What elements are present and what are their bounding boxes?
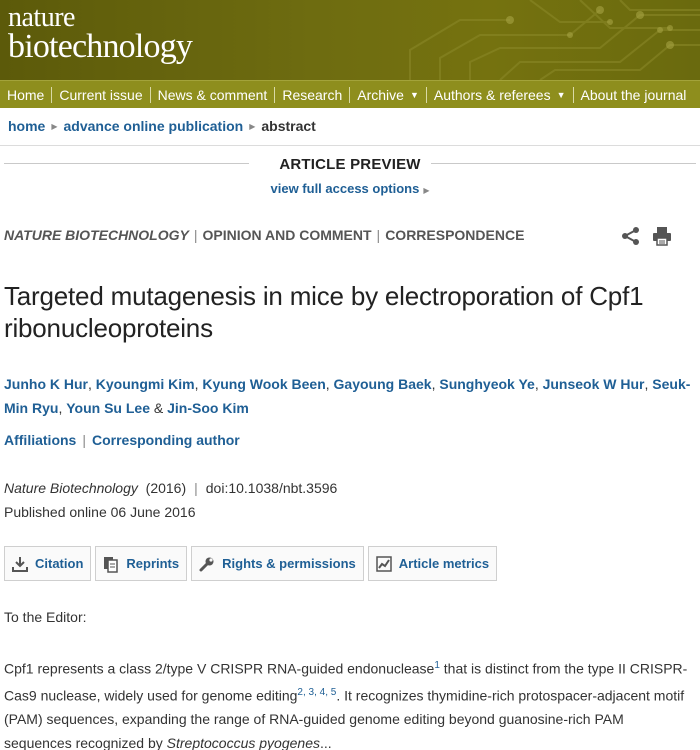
chevron-down-icon: ▼: [409, 89, 419, 100]
reference-link[interactable]: 2, 3, 4, 5: [297, 687, 336, 698]
kicker-type: CORRESPONDENCE: [385, 227, 525, 243]
main-nav: Home Current issue News & comment Resear…: [0, 80, 700, 108]
view-access-options-link[interactable]: view full access options: [271, 181, 420, 196]
breadcrumb-arrow-icon: ▶: [249, 121, 256, 131]
breadcrumb-aop-link[interactable]: advance online publication: [64, 118, 244, 134]
salutation: To the Editor:: [4, 609, 87, 625]
citation-year: (2016): [145, 480, 187, 496]
access-options: view full access options ▶: [0, 181, 700, 196]
author-link[interactable]: Gayoung Baek: [334, 376, 432, 392]
nav-label: Research: [282, 86, 343, 103]
nav-label: Authors & referees: [433, 86, 551, 103]
separator: |: [82, 432, 86, 448]
separator: |: [194, 480, 198, 496]
body-text-segment: ...: [320, 735, 332, 750]
nav-item-home[interactable]: Home: [0, 87, 51, 103]
nav-label: Archive: [357, 86, 404, 103]
author-link[interactable]: Kyung Wook Been: [202, 376, 325, 392]
logo-line-biotechnology: biotechnology: [8, 28, 193, 65]
masthead: nature biotechnology Home Current issue …: [0, 0, 700, 108]
breadcrumb: home ▶ advance online publication ▶ abst…: [8, 118, 316, 134]
circuit-board-decoration: [409, 0, 700, 80]
corresponding-author-link[interactable]: Corresponding author: [92, 432, 240, 448]
journal-logo[interactable]: nature biotechnology: [8, 4, 193, 65]
citation-button[interactable]: Citation: [4, 546, 92, 581]
author-separator: &: [149, 400, 168, 416]
affiliation-links: Affiliations | Corresponding author: [4, 432, 240, 448]
article-title: Targeted mutagenesis in mice by electrop…: [4, 281, 644, 343]
article-preview-heading: ARTICLE PREVIEW: [269, 156, 431, 173]
button-label: Article metrics: [398, 556, 490, 571]
author-link[interactable]: Kyoungmi Kim: [96, 376, 195, 392]
affiliations-link[interactable]: Affiliations: [4, 432, 76, 448]
author-separator: ,: [325, 376, 334, 392]
citation-journal: Nature Biotechnology: [4, 480, 138, 496]
author-link[interactable]: Youn Su Lee: [66, 400, 150, 416]
nav-label: Current issue: [59, 86, 143, 103]
article-kicker: NATURE BIOTECHNOLOGY | OPINION AND COMMENT…: [4, 227, 524, 243]
author-separator: ,: [88, 376, 96, 392]
separator: |: [376, 227, 381, 243]
author-link[interactable]: Junho K Hur: [4, 376, 88, 392]
kicker-category: OPINION AND COMMENT: [202, 227, 372, 243]
chevron-down-icon: ▼: [556, 89, 566, 100]
body-text-segment: Cpf1 represents a class 2/type V CRISPR …: [4, 660, 435, 677]
published-date: Published online 06 June 2016: [4, 504, 196, 520]
breadcrumb-arrow-icon: ▶: [51, 121, 58, 131]
nav-label: Home: [7, 86, 45, 103]
button-label: Citation: [35, 556, 84, 571]
nav-item-news-comment[interactable]: News & comment: [151, 87, 275, 103]
breadcrumb-home-link[interactable]: home: [8, 118, 45, 134]
author-list: Junho K Hur, Kyoungmi Kim, Kyung Wook Be…: [4, 372, 692, 420]
article-actions: Citation Reprints Rights & permissions A…: [4, 546, 501, 581]
nav-item-research[interactable]: Research: [275, 87, 349, 103]
reprints-icon: [104, 556, 119, 573]
print-icon[interactable]: [652, 226, 672, 246]
article-preview-banner: ARTICLE PREVIEW: [0, 152, 700, 176]
download-icon: [12, 556, 28, 572]
nav-item-archive[interactable]: Archive ▼: [350, 87, 426, 103]
species-name: Streptococcus pyogenes: [166, 735, 320, 750]
divider: [0, 145, 700, 146]
metrics-icon: [376, 555, 392, 572]
button-label: Reprints: [126, 556, 180, 571]
reprints-button[interactable]: Reprints: [95, 546, 188, 581]
arrow-right-icon: ▶: [423, 186, 430, 195]
breadcrumb-current: abstract: [261, 118, 316, 134]
nav-item-current-issue[interactable]: Current issue: [52, 87, 149, 103]
share-icon[interactable]: [621, 226, 641, 246]
article-preview-text: Cpf1 represents a class 2/type V CRISPR …: [4, 654, 694, 750]
nav-item-authors-referees[interactable]: Authors & referees ▼: [427, 87, 573, 103]
author-link[interactable]: Sunghyeok Ye: [439, 376, 534, 392]
wrench-icon: [199, 557, 214, 571]
author-separator: ,: [534, 376, 543, 392]
rights-permissions-button[interactable]: Rights & permissions: [191, 546, 364, 581]
kicker-journal: NATURE BIOTECHNOLOGY: [4, 227, 189, 243]
author-link[interactable]: Jin-Soo Kim: [167, 400, 249, 416]
nav-label: About the journal: [580, 86, 687, 103]
separator: |: [193, 227, 198, 243]
nav-label: News & comment: [157, 86, 268, 103]
nav-item-about-journal[interactable]: About the journal: [574, 87, 694, 103]
citation-info: Nature Biotechnology (2016) | doi:10.1038/…: [4, 480, 337, 496]
button-label: Rights & permissions: [222, 556, 356, 571]
article-metrics-button[interactable]: Article metrics: [367, 546, 498, 581]
author-link[interactable]: Junseok W Hur: [543, 376, 645, 392]
doi: doi:10.1038/nbt.3596: [205, 480, 338, 496]
